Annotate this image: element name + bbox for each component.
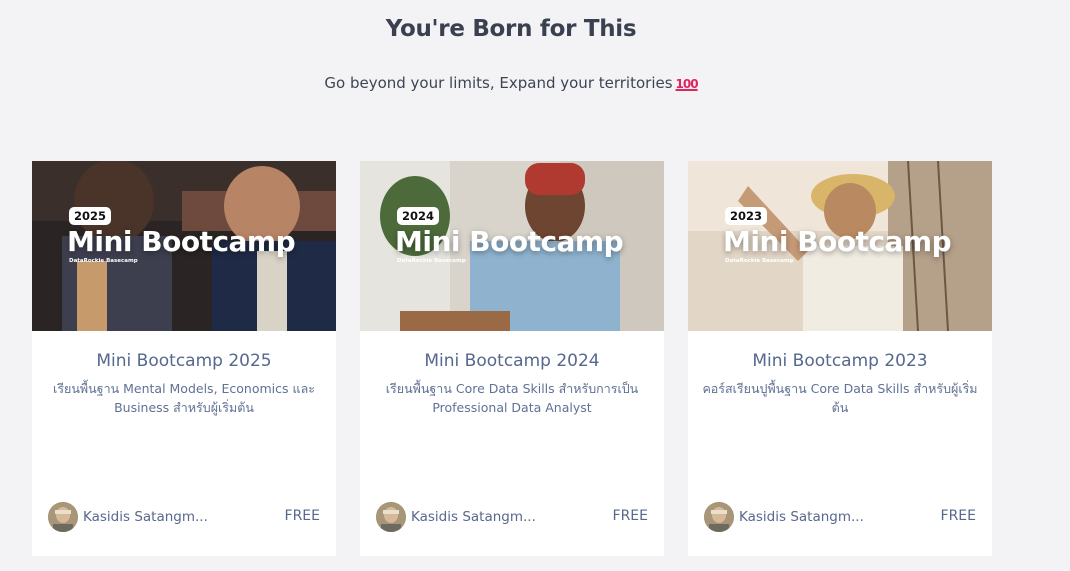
- year-badge: 2023: [725, 207, 768, 225]
- year-badge: 2024: [397, 207, 440, 225]
- course-title[interactable]: Mini Bootcamp 2024: [360, 351, 664, 371]
- thumbnail-brand: DataRockie Basecamp: [69, 258, 138, 264]
- course-card-2023[interactable]: 2023 Mini Bootcamp DataRockie Basecamp M…: [688, 161, 992, 556]
- course-thumbnail[interactable]: 2025 Mini Bootcamp DataRockie Basecamp: [32, 161, 336, 331]
- thumbnail-brand: DataRockie Basecamp: [397, 258, 466, 264]
- course-description: คอร์สเรียนปูพื้นฐาน Core Data Skills สำห…: [702, 381, 978, 415]
- course-description: เรียนพื้นฐาน Mental Models, Economics แล…: [53, 381, 315, 415]
- course-thumbnail[interactable]: 2024 Mini Bootcamp DataRockie Basecamp: [360, 161, 664, 331]
- author-name: Kasidis Satangm...: [83, 509, 208, 525]
- author-avatar: [376, 502, 406, 532]
- hundred-points-emoji: 100: [675, 77, 699, 91]
- course-title[interactable]: Mini Bootcamp 2025: [32, 351, 336, 371]
- price-label: FREE: [612, 508, 648, 524]
- author-avatar: [48, 502, 78, 532]
- thumbnail-title: Mini Bootcamp: [395, 225, 624, 258]
- page-subtitle: Go beyond your limits, Expand your terri…: [0, 74, 1022, 92]
- author-name: Kasidis Satangm...: [739, 509, 864, 525]
- price-label: FREE: [284, 508, 320, 524]
- thumbnail-brand: DataRockie Basecamp: [725, 258, 794, 264]
- author-name: Kasidis Satangm...: [411, 509, 536, 525]
- course-thumbnail[interactable]: 2023 Mini Bootcamp DataRockie Basecamp: [688, 161, 992, 331]
- page-title: You're Born for This: [385, 16, 637, 42]
- course-description: เรียนพื้นฐาน Core Data Skills สำหรับการเ…: [385, 381, 639, 415]
- course-card-2024[interactable]: 2024 Mini Bootcamp DataRockie Basecamp M…: [360, 161, 664, 556]
- thumbnail-title: Mini Bootcamp: [723, 225, 952, 258]
- thumbnail-title: Mini Bootcamp: [67, 225, 296, 258]
- course-card-2025[interactable]: 2025 Mini Bootcamp DataRockie Basecamp M…: [32, 161, 336, 556]
- year-badge: 2025: [69, 207, 112, 225]
- course-title[interactable]: Mini Bootcamp 2023: [688, 351, 992, 371]
- subtitle-text: Go beyond your limits, Expand your terri…: [324, 74, 673, 92]
- price-label: FREE: [940, 508, 976, 524]
- author-avatar: [704, 502, 734, 532]
